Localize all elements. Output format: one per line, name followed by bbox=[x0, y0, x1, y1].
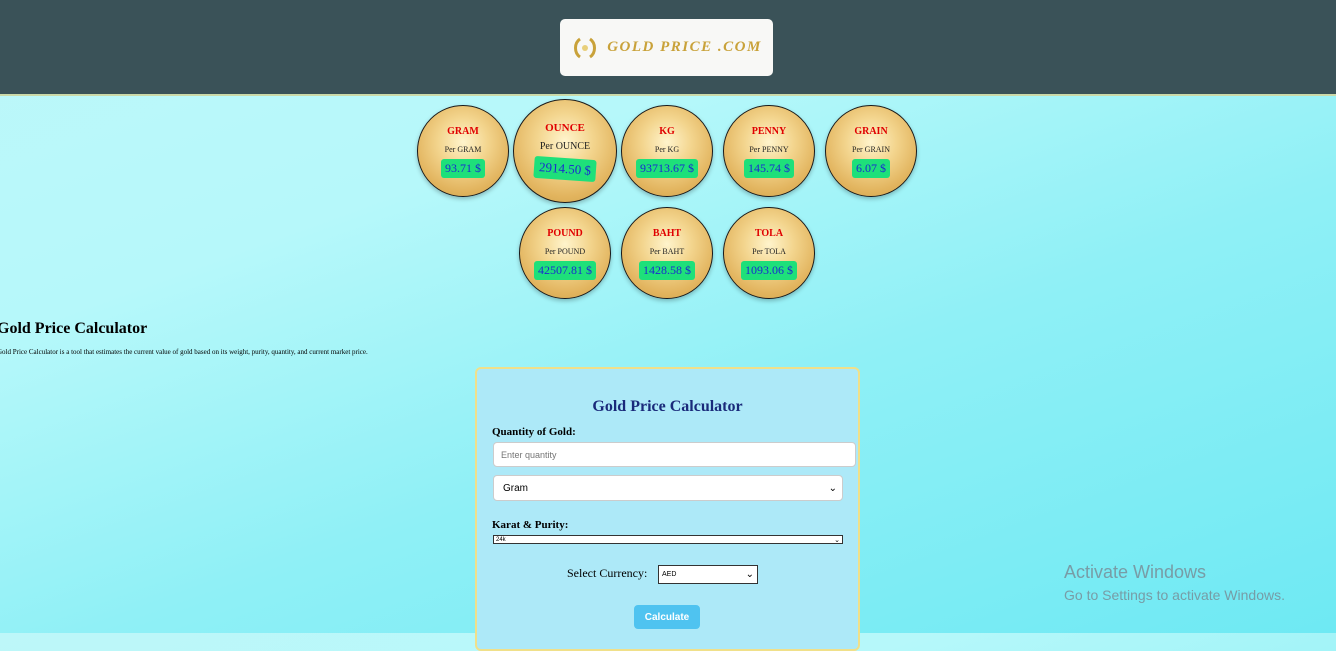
karat-label: Karat & Purity: bbox=[492, 519, 569, 531]
coin-subtitle: Per GRAM bbox=[444, 145, 482, 154]
chevron-down-icon: ⌄ bbox=[828, 482, 837, 494]
coin-penny[interactable]: PENNY Per PENNY 145.74 $ bbox=[723, 105, 815, 197]
coin-title: GRAIN bbox=[854, 126, 888, 137]
currency-label: Select Currency: bbox=[567, 566, 648, 580]
coin-subtitle: Per GRAIN bbox=[852, 145, 890, 154]
intro-heading: Gold Price Calculator bbox=[0, 320, 148, 337]
karat-select[interactable]: 24k ⌄ bbox=[493, 535, 843, 544]
activate-windows-title: Activate Windows bbox=[1064, 562, 1207, 582]
coin-subtitle: Per OUNCE bbox=[539, 141, 591, 152]
coin-price: 145.74 $ bbox=[744, 159, 794, 178]
coin-grain[interactable]: GRAIN Per GRAIN 6.07 $ bbox=[825, 105, 917, 197]
calculator-panel: Gold Price Calculator Quantity of Gold: … bbox=[475, 367, 860, 651]
coin-kg[interactable]: KG Per KG 93713.67 $ bbox=[621, 105, 713, 197]
calculate-button[interactable]: Calculate bbox=[634, 605, 700, 629]
coin-price: 93713.67 $ bbox=[636, 159, 698, 178]
coin-gram[interactable]: GRAM Per GRAM 93.71 $ bbox=[417, 105, 509, 197]
intro-description: Gold Price Calculator is a tool that est… bbox=[0, 348, 368, 356]
activate-windows-subtitle: Go to Settings to activate Windows. bbox=[1064, 587, 1285, 603]
coin-title: BAHT bbox=[652, 228, 682, 239]
karat-select-value: 24k bbox=[496, 536, 506, 543]
coin-title: POUND bbox=[547, 228, 583, 239]
coin-price: 93.71 $ bbox=[441, 159, 485, 178]
logo-text: GOLD PRICE .COM bbox=[607, 39, 762, 55]
coin-subtitle: Per TOLA bbox=[752, 247, 786, 256]
quantity-label: Quantity of Gold: bbox=[492, 426, 576, 438]
coin-title: OUNCE bbox=[545, 122, 585, 134]
coin-pound[interactable]: POUND Per POUND 42507.81 $ bbox=[519, 207, 611, 299]
site-logo[interactable]: GOLD PRICE .COM bbox=[560, 19, 773, 76]
coin-title: KG bbox=[659, 126, 675, 137]
coin-title: PENNY bbox=[751, 126, 787, 137]
coin-price: 1093.06 $ bbox=[741, 261, 797, 280]
coin-subtitle: Per PENNY bbox=[749, 145, 789, 154]
site-header: GOLD PRICE .COM bbox=[0, 0, 1336, 96]
coin-subtitle: Per BAHT bbox=[649, 247, 685, 256]
coin-price: 1428.58 $ bbox=[639, 261, 695, 280]
laurel-icon bbox=[574, 37, 597, 58]
unit-select[interactable]: Gram ⌄ bbox=[493, 475, 843, 501]
coin-price: 6.07 $ bbox=[852, 159, 890, 178]
currency-select-value: AED bbox=[662, 571, 677, 578]
coin-price: 42507.81 $ bbox=[534, 261, 596, 280]
coin-subtitle: Per POUND bbox=[544, 247, 586, 256]
coin-tola[interactable]: TOLA Per TOLA 1093.06 $ bbox=[723, 207, 815, 299]
calculator-title: Gold Price Calculator bbox=[592, 398, 743, 415]
unit-select-value: Gram bbox=[503, 482, 528, 494]
coin-ounce[interactable]: OUNCE Per OUNCE 2914.50 $ bbox=[513, 99, 617, 203]
coin-baht[interactable]: BAHT Per BAHT 1428.58 $ bbox=[621, 207, 713, 299]
chevron-down-icon: ⌄ bbox=[745, 569, 754, 580]
coin-title: TOLA bbox=[754, 228, 784, 239]
currency-select[interactable]: AED ⌄ bbox=[658, 565, 758, 584]
coin-price: 2914.50 $ bbox=[533, 155, 597, 183]
quantity-input[interactable] bbox=[493, 442, 856, 467]
coin-subtitle: Per KG bbox=[654, 145, 680, 154]
chevron-down-icon: ⌄ bbox=[834, 536, 840, 544]
coin-title: GRAM bbox=[447, 126, 479, 137]
